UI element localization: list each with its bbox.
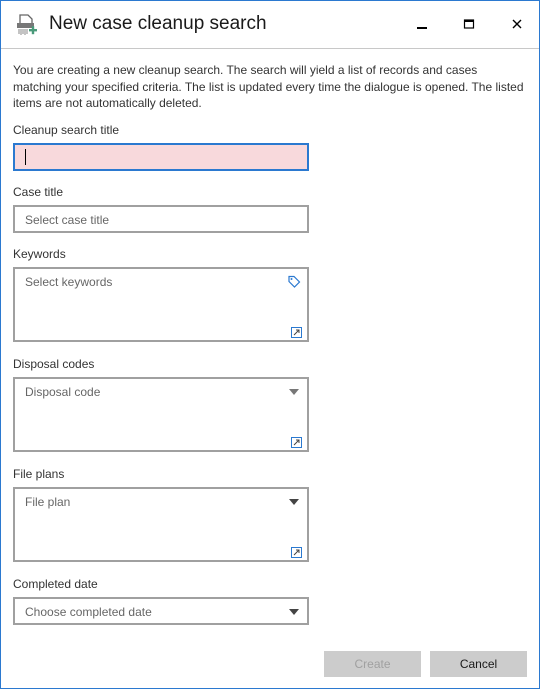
keywords-input[interactable]: Select keywords	[13, 267, 309, 342]
dropdown-arrow-icon[interactable]	[289, 389, 299, 395]
keywords-placeholder: Select keywords	[25, 275, 113, 289]
title-bar: New case cleanup search	[1, 1, 539, 47]
expand-icon[interactable]	[291, 325, 302, 338]
disposal-codes-input[interactable]: Disposal code	[13, 377, 309, 452]
title-divider	[1, 48, 539, 49]
text-caret	[25, 149, 26, 165]
window-title: New case cleanup search	[49, 13, 267, 34]
expand-icon[interactable]	[291, 435, 302, 448]
completed-date-label: Completed date	[13, 577, 98, 591]
case-title-input[interactable]: Select case title	[13, 205, 309, 233]
disposal-codes-label: Disposal codes	[13, 357, 95, 371]
cleanup-search-title-input[interactable]	[13, 143, 309, 171]
case-title-label: Case title	[13, 185, 64, 199]
file-plans-label: File plans	[13, 467, 65, 481]
cancel-button[interactable]: Cancel	[430, 651, 527, 677]
dialog-window: New case cleanup search You are creating…	[0, 0, 540, 689]
close-icon	[512, 19, 522, 29]
completed-date-select[interactable]: Choose completed date	[13, 597, 309, 625]
disposal-codes-placeholder: Disposal code	[25, 385, 101, 399]
file-plans-input[interactable]: File plan	[13, 487, 309, 562]
minimize-icon	[417, 27, 427, 29]
shredder-add-icon	[14, 13, 38, 37]
maximize-button[interactable]	[455, 13, 483, 35]
expand-icon[interactable]	[291, 545, 302, 558]
completed-date-placeholder: Choose completed date	[25, 605, 152, 619]
case-title-placeholder: Select case title	[25, 213, 110, 227]
tag-icon[interactable]	[287, 275, 301, 289]
maximize-icon	[463, 19, 475, 29]
create-button[interactable]: Create	[324, 651, 421, 677]
minimize-button[interactable]	[408, 13, 436, 35]
intro-text: You are creating a new cleanup search. T…	[13, 63, 524, 110]
cleanup-search-title-label: Cleanup search title	[13, 123, 120, 137]
file-plans-placeholder: File plan	[25, 495, 71, 509]
dropdown-arrow-icon[interactable]	[289, 609, 299, 615]
keywords-label: Keywords	[13, 247, 66, 261]
dropdown-arrow-icon[interactable]	[289, 499, 299, 505]
close-button[interactable]	[503, 13, 531, 35]
